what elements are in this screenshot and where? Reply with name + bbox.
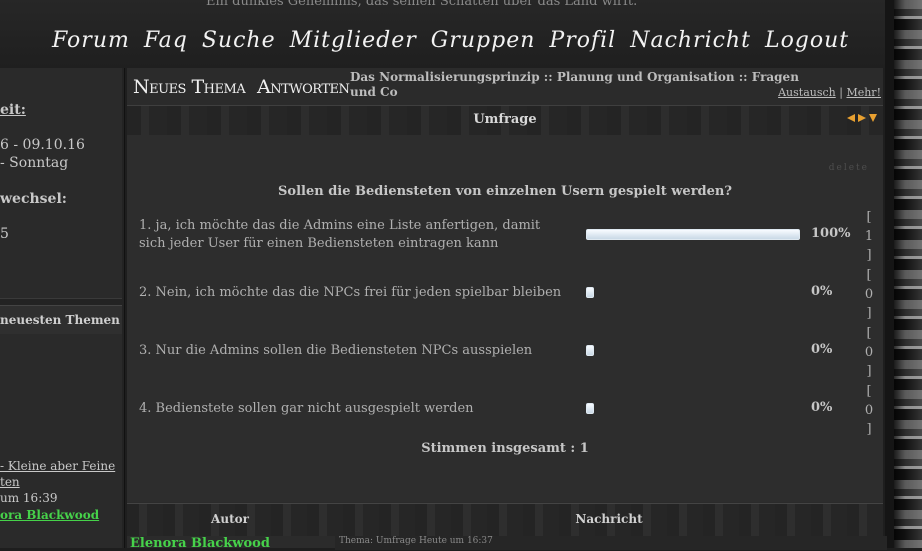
nav-forum[interactable]: Forum: [52, 28, 130, 53]
post-table-header: Autor Nachricht: [127, 503, 883, 536]
poll-option-text: 4. Bedienstete sollen gar nicht ausgespi…: [139, 401, 474, 416]
poll-total-votes: Stimmen insgesamt : 1: [421, 441, 589, 456]
poll-option-text: 2. Nein, ich möchte das die NPCs frei fü…: [139, 285, 562, 300]
more-link[interactable]: Mehr!: [846, 86, 881, 99]
exchange-link[interactable]: Austausch: [778, 86, 836, 99]
nav-nachricht[interactable]: Nachricht: [630, 28, 751, 53]
sidebar-topic-time: um 16:39: [0, 491, 58, 505]
poll-nav-arrows: [847, 114, 877, 122]
background-photo-strip: [894, 0, 922, 548]
page-divider: [885, 0, 894, 548]
nav-profil[interactable]: Profil: [549, 28, 616, 53]
nav-faq[interactable]: Faq: [144, 28, 188, 53]
arrow-left-icon[interactable]: [847, 114, 855, 122]
main-content: Neues Thema Antworten Das Normalisierung…: [127, 68, 887, 551]
nav-logout[interactable]: Logout: [765, 28, 849, 53]
sidebar-topic-link[interactable]: - Kleine aber Feine: [0, 459, 115, 473]
main-nav: Forum Faq Suche Mitglieder Gruppen Profi…: [52, 28, 849, 53]
sidebar-date-range: 6 - 09.10.16: [0, 137, 85, 153]
sidebar-day-range: - Sonntag: [0, 155, 69, 171]
poll-option-text: 3. Nur die Admins sollen die Bedienstete…: [139, 343, 533, 358]
poll-option-votes: [1]: [864, 210, 874, 263]
poll-option-votes: [0]: [864, 384, 874, 437]
sidebar-topic-author[interactable]: ora Blackwood: [0, 508, 99, 522]
top-links: Austausch | Mehr!: [778, 86, 881, 99]
poll-title: Umfrage: [473, 112, 537, 127]
sidebar-change-label: wechsel:: [0, 191, 67, 207]
sidebar-newest-box: - Kleine aber Feine ten um 16:39 ora Bla…: [0, 334, 122, 548]
poll-header: Umfrage: [127, 105, 883, 136]
nav-gruppen[interactable]: Gruppen: [431, 28, 536, 53]
poll-option-percent: 0%: [811, 342, 833, 357]
poll-option-votes-count: 0: [864, 287, 874, 302]
poll-option-percent: 0%: [811, 284, 833, 299]
poll-body: delete Sollen die Bediensteten von einze…: [127, 135, 883, 502]
col-author-header: Autor: [211, 512, 249, 526]
sidebar-change-value: 5: [0, 226, 9, 242]
col-message-header: Nachricht: [575, 512, 643, 526]
arrow-down-icon[interactable]: [869, 114, 877, 122]
poll-option-votes-count: 0: [864, 345, 874, 360]
poll-option-percent: 0%: [811, 400, 833, 415]
poll-option-bar: [586, 229, 800, 240]
link-separator: |: [839, 86, 843, 99]
poll-option-percent: 100%: [811, 226, 851, 241]
poll-option-bar: [586, 345, 594, 356]
sidebar-info-box: eit: 6 - 09.10.16 - Sonntag wechsel: 5: [0, 68, 122, 299]
poll-option-text: 1. ja, ich möchte das die Admins eine Li…: [139, 218, 541, 251]
poll-delete-link[interactable]: delete: [829, 163, 869, 173]
sidebar-newest-title: neuesten Themen: [0, 313, 120, 327]
nav-mitglieder[interactable]: Mitglieder: [290, 28, 417, 53]
poll-question: Sollen die Bediensteten von einzelnen Us…: [278, 184, 732, 199]
poll-option-votes: [0]: [864, 268, 874, 321]
new-topic-button[interactable]: Neues Thema: [133, 76, 246, 98]
poll-option-votes-count: 0: [864, 403, 874, 418]
poll-option-bar: [586, 403, 594, 414]
arrow-right-icon[interactable]: [858, 114, 866, 122]
site-tagline: Ein dunkles Geheimnis, das seinen Schatt…: [206, 0, 638, 9]
sidebar-topic-link-cont[interactable]: ten: [0, 475, 20, 489]
poll-option-votes-count: 1: [864, 229, 874, 244]
poll-option-bar: [586, 287, 594, 298]
reply-button[interactable]: Antworten: [257, 76, 350, 98]
sidebar-newest-header: neuesten Themen: [0, 305, 122, 335]
sidebar-time-label: eit:: [0, 102, 26, 118]
nav-suche[interactable]: Suche: [202, 28, 276, 53]
poll-option-votes: [0]: [864, 326, 874, 379]
site-header: Ein dunkles Geheimnis, das seinen Schatt…: [0, 0, 894, 68]
post-author-name[interactable]: Elenora Blackwood: [130, 536, 270, 551]
topic-breadcrumb: Das Normalisierungsprinzip :: Planung un…: [350, 70, 799, 99]
sidebar: eit: 6 - 09.10.16 - Sonntag wechsel: 5 n…: [0, 68, 125, 548]
